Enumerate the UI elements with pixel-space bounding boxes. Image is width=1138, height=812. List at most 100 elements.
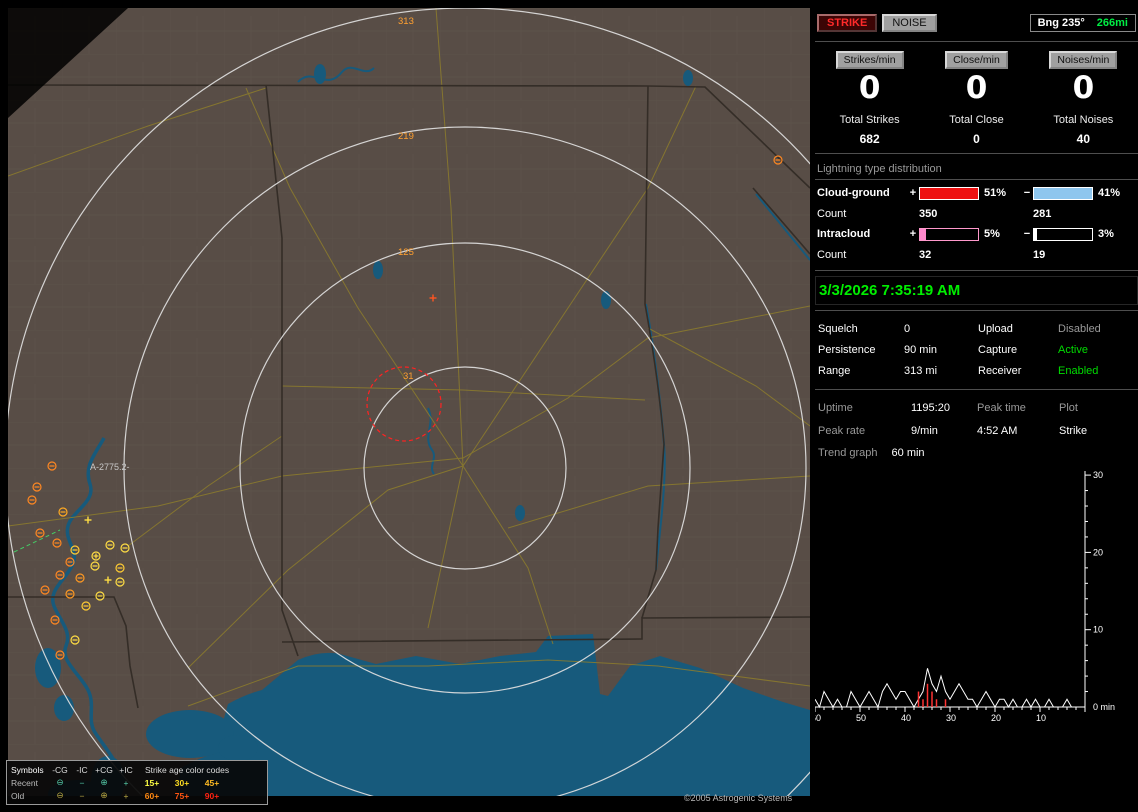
cloud-ground-minus-pct: 41% [1098, 187, 1121, 200]
legend-text: 90+ [204, 790, 220, 801]
noise-button[interactable]: NOISE [882, 14, 937, 32]
separator [815, 388, 1138, 390]
total-strikes-value: 682 [859, 131, 880, 146]
close-counter: Close/min 0 Total Close 0 [924, 51, 1029, 146]
y-tick-label: 10 [1093, 624, 1103, 634]
nexstorm-app: 313 219 125 31 A-2775.2- Symbols -CG -IC +CG +I… [0, 0, 1138, 812]
separator [815, 152, 1138, 154]
range-ring-label: 219 [398, 131, 414, 142]
control-panel: STRIKE NOISE Bng 235° 266mi Strikes/min … [815, 8, 1138, 806]
legend-header-row: Symbols -CG -IC +CG +IC Strike age color code… [11, 763, 263, 776]
range-value: 313 mi [904, 364, 938, 377]
x-tick-label: 20 [991, 713, 1001, 723]
bearing-label: Bng 235° [1037, 17, 1085, 29]
strikes-per-min-button[interactable]: Strikes/min [835, 51, 904, 69]
legend-text: 45+ [204, 777, 220, 788]
intracloud-plus-bar [919, 227, 979, 241]
count-label: Count [817, 248, 847, 261]
legend-symbol: ⊕ [100, 790, 108, 800]
legend-symbol: -IC [76, 764, 88, 775]
peak-time-label: Peak time [977, 401, 1026, 414]
cloud-ground-minus-bar [1033, 186, 1093, 200]
legend-symbol: − [79, 790, 85, 801]
range-ring-label: 31 [403, 371, 414, 382]
strikes-counter: Strikes/min 0 Total Strikes 682 [817, 51, 922, 146]
capture-label: Capture [978, 343, 1018, 356]
legend-row: Old ⊖ − ⊕ +60+ 75+ 90+ [11, 789, 263, 802]
legend-symbol: + [123, 790, 129, 801]
count-label: Count [817, 207, 847, 220]
legend-row: Recent ⊖ − ⊕ +15+ 30+ 45+ [11, 776, 263, 789]
strikes-per-min-value: 0 [858, 70, 881, 106]
legend-text: Strike age color codes [145, 764, 230, 775]
persistence-label: Persistence [818, 343, 876, 356]
close-per-min-button[interactable]: Close/min [945, 51, 1008, 69]
separator [815, 41, 1138, 42]
legend-text: Recent [11, 777, 38, 788]
x-tick-label: 40 [901, 713, 911, 723]
legend-text: Symbols [11, 764, 44, 775]
y-tick-label: 30 [1093, 470, 1103, 480]
stats-grid: Uptime 1195:20 Peak time Plot Peak rate … [815, 395, 1138, 439]
legend-text: 30+ [174, 777, 190, 788]
minus-sign: − [1023, 187, 1031, 200]
rate-counters: Strikes/min 0 Total Strikes 682 Close/mi… [815, 47, 1138, 148]
legend-symbol: − [79, 777, 85, 788]
close-per-min-value: 0 [965, 70, 988, 106]
range-ring-label: 125 [398, 247, 414, 258]
uptime-label: Uptime [818, 401, 853, 414]
legend-symbol: ⊕ [100, 777, 108, 787]
legend-text: 60+ [144, 790, 160, 801]
strike-button[interactable]: STRIKE [817, 14, 878, 32]
legend-text: 75+ [174, 790, 190, 801]
plot-label: Plot [1059, 401, 1078, 414]
map-svg[interactable]: 313 219 125 31 A-2775.2- [8, 8, 810, 796]
plot-value: Strike [1059, 424, 1088, 437]
plus-sign: + [909, 187, 917, 200]
cloud-ground-count-row: Count 350 281 [815, 204, 1138, 224]
total-noises-label: Total Noises [1053, 113, 1114, 126]
upload-status: Disabled [1058, 322, 1101, 335]
map-view[interactable]: 313 219 125 31 A-2775.2- [8, 8, 810, 796]
legend-symbol: +IC [119, 764, 133, 775]
peak-rate-label: Peak rate [818, 424, 866, 437]
legend-symbol: ⊖ [56, 777, 64, 787]
capture-status: Active [1058, 343, 1088, 356]
x-tick-label: 10 [1036, 713, 1046, 723]
total-strikes-label: Total Strikes [839, 113, 900, 126]
x-tick-label: 60 [815, 713, 821, 723]
legend-symbol: +CG [95, 764, 113, 775]
separator [815, 269, 1138, 271]
intracloud-count-row: Count 32 19 [815, 245, 1138, 265]
intracloud-row: Intracloud + 5% − 3% [815, 224, 1138, 245]
trend-graph-chart: 30 20 10 0 min 60 50 40 30 20 10 [815, 470, 1115, 723]
legend-text: Old [11, 790, 25, 801]
x-tick-label: 30 [946, 713, 956, 723]
receiver-status: Enabled [1058, 364, 1099, 377]
total-noises-value: 40 [1076, 131, 1091, 146]
intracloud-minus-count: 19 [1033, 248, 1046, 261]
squelch-value: 0 [904, 322, 911, 335]
cloud-ground-minus-count: 281 [1033, 207, 1052, 220]
trend-window-value: 60 min [891, 446, 925, 459]
distribution-title: Lightning type distribution [815, 159, 1138, 180]
peak-time-value: 4:52 AM [977, 424, 1018, 437]
cloud-ground-row: Cloud-ground + 51% − 41% [815, 183, 1138, 204]
intracloud-minus-pct: 3% [1098, 228, 1114, 241]
datetime-display: 3/3/2026 7:35:19 AM [815, 275, 1138, 305]
intracloud-minus-bar [1033, 227, 1093, 241]
range-ring-label: 313 [398, 16, 414, 27]
persistence-value: 90 min [904, 343, 938, 356]
y-tick-label: 0 min [1093, 702, 1115, 712]
legend-text: 15+ [144, 777, 160, 788]
range-label: Range [818, 364, 851, 377]
upload-label: Upload [978, 322, 1013, 335]
intracloud-plus-count: 32 [919, 248, 932, 261]
plus-sign: + [909, 228, 917, 241]
legend-symbol: -CG [52, 764, 68, 775]
cloud-ground-plus-pct: 51% [984, 187, 1007, 200]
legend-symbol: + [123, 777, 129, 788]
total-close-label: Total Close [949, 113, 1004, 126]
x-tick-label: 50 [856, 713, 866, 723]
noises-per-min-button[interactable]: Noises/min [1049, 51, 1118, 69]
